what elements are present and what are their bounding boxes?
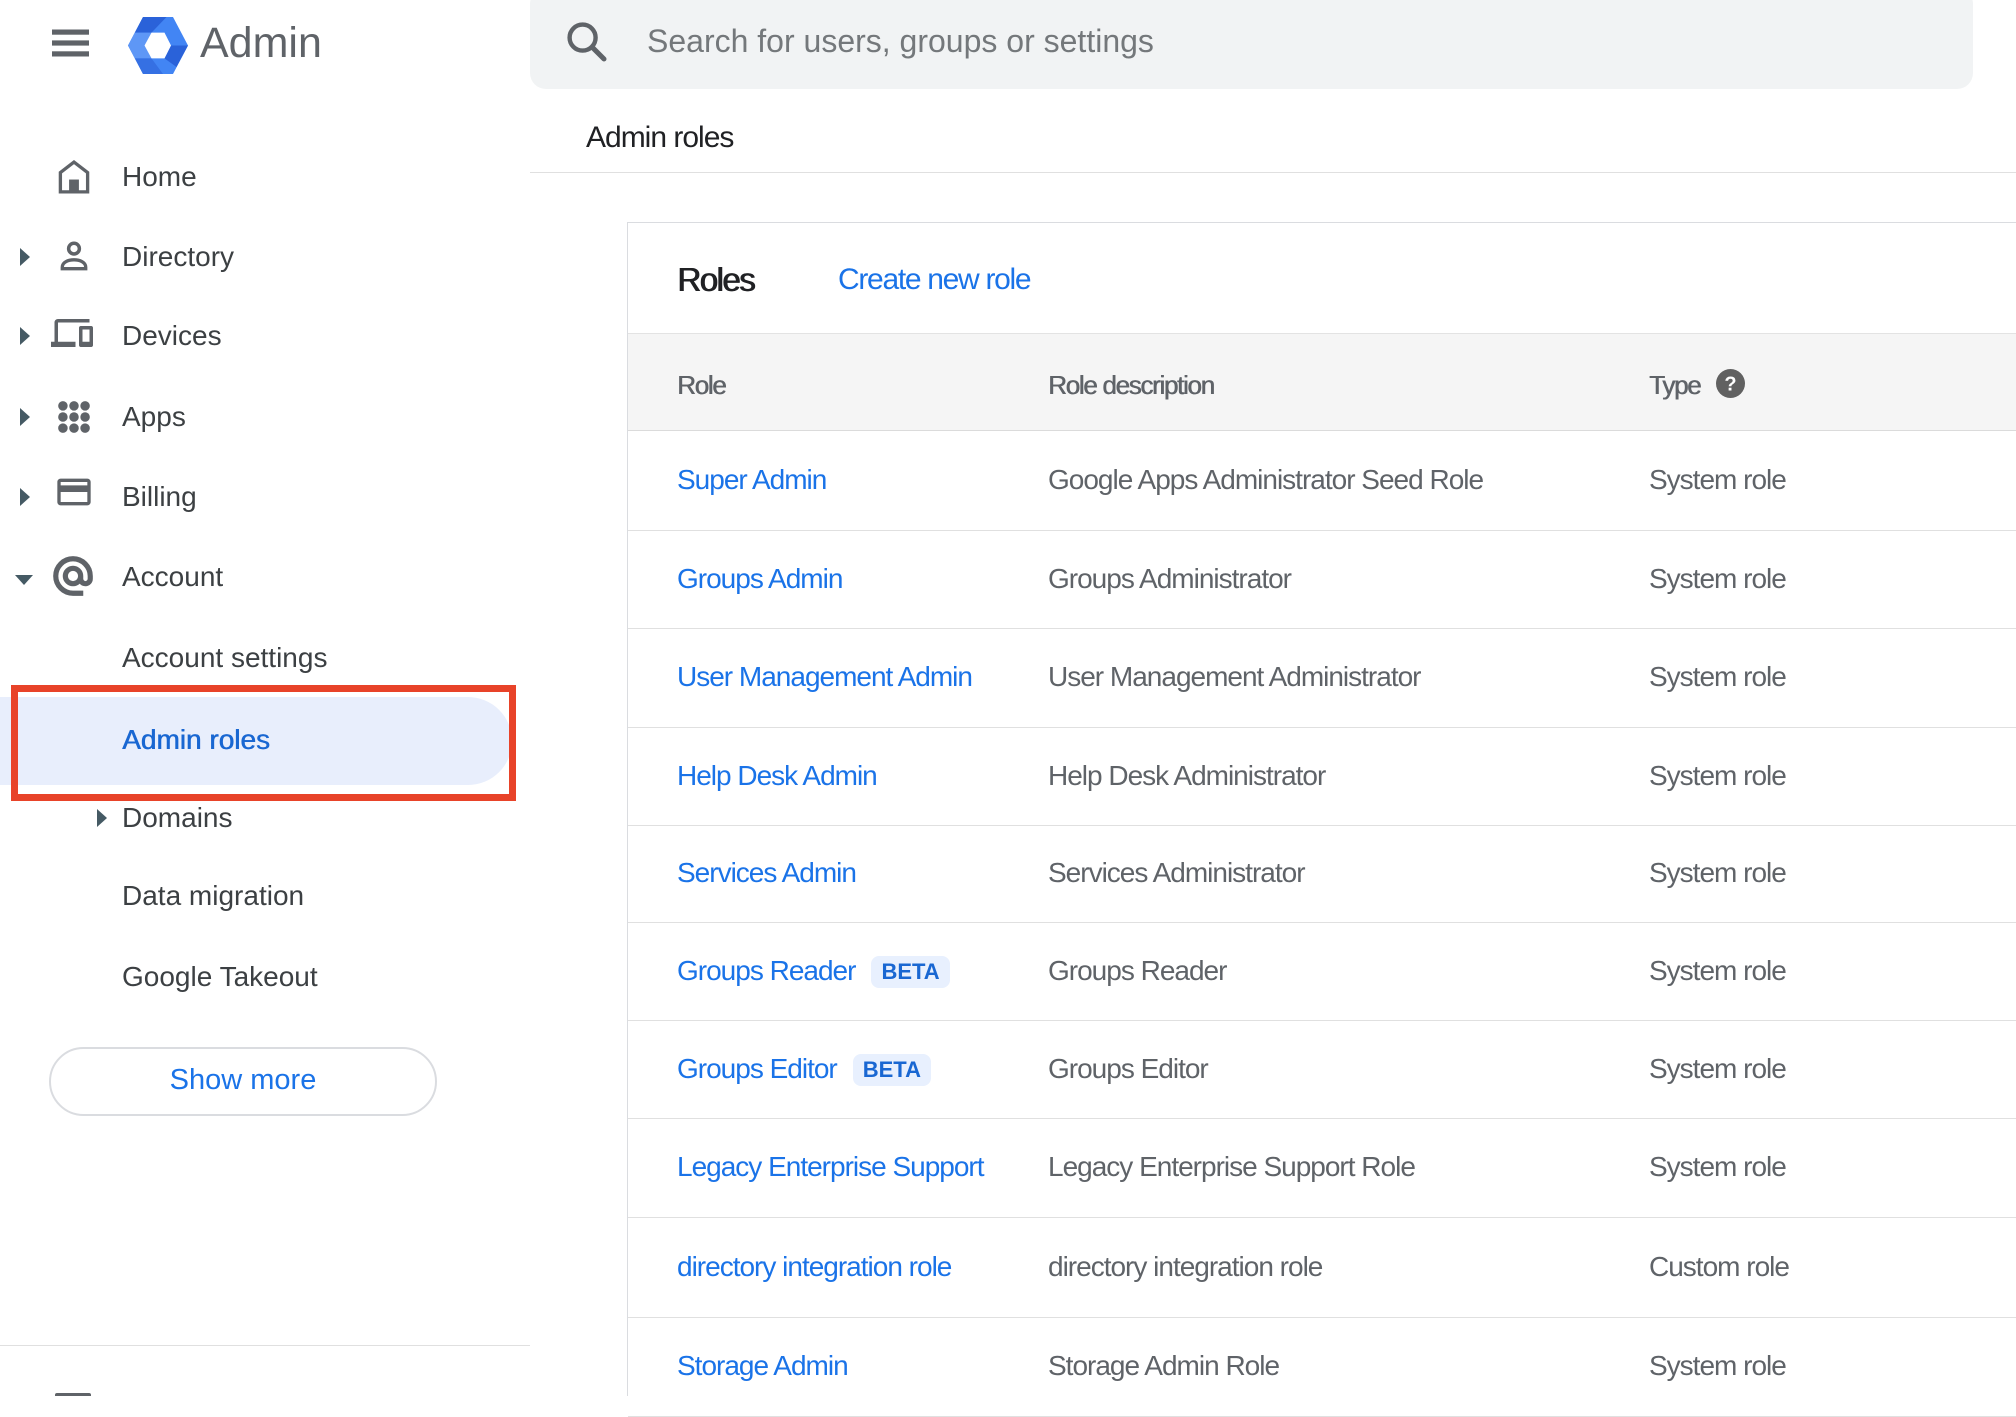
svg-text:?: ? bbox=[1724, 374, 1736, 396]
